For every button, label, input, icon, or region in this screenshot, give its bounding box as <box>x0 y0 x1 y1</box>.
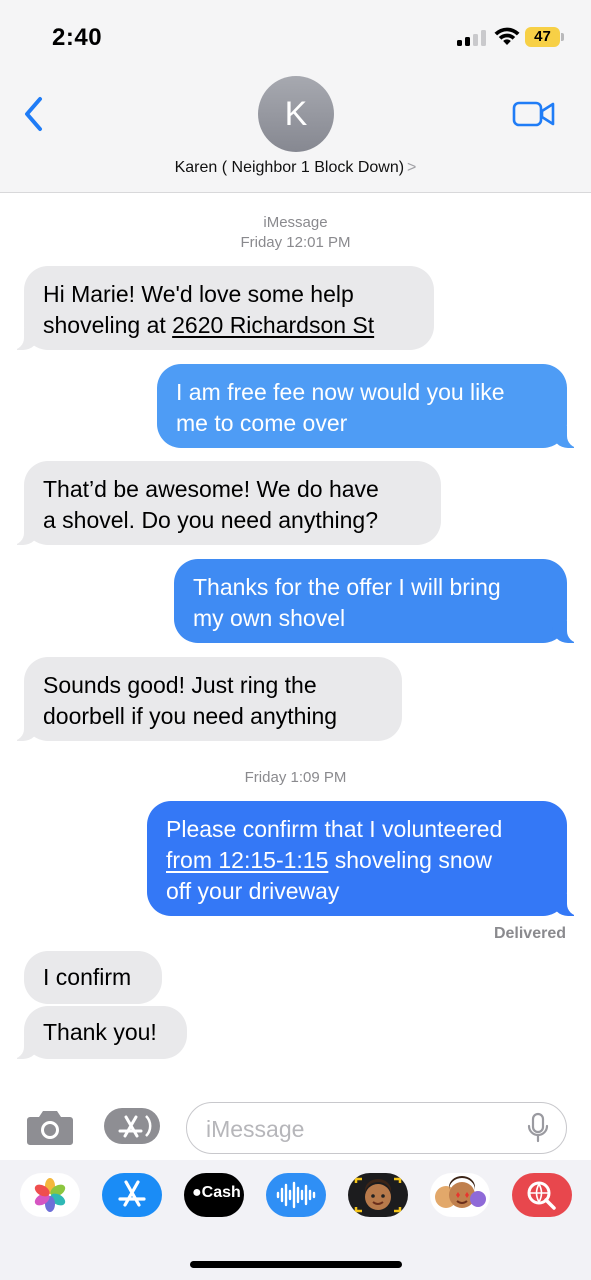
message-bubble-incoming[interactable]: Hi Marie! We'd love some help shoveling … <box>12 266 434 350</box>
message-bubble-outgoing[interactable]: I am free fee now would you like me to c… <box>157 364 579 448</box>
home-indicator[interactable] <box>190 1261 402 1268</box>
conversation-header: K Karen ( Neighbor 1 Block Down) > <box>0 66 591 193</box>
timestamp: Friday 12:01 PM <box>240 234 351 251</box>
message-bubble-incoming[interactable]: Thank you! <box>12 1006 187 1059</box>
message-text: shoveling at <box>43 312 173 338</box>
status-bar: 2:40 47 <box>0 0 591 66</box>
app-drawer-app-store[interactable] <box>102 1173 162 1217</box>
message-text: doorbell if you need anything <box>43 703 338 729</box>
timestamp: Friday 1:09 PM <box>244 769 347 786</box>
message-text: Hi Marie! We'd love some help <box>43 281 354 307</box>
message-text: Thanks for the offer I will bring <box>193 574 501 600</box>
message-bubble-incoming[interactable]: I confirm <box>24 951 162 1004</box>
contact-name: Karen ( Neighbor 1 Block Down) <box>174 159 405 176</box>
cellular-signal-icon <box>457 30 487 46</box>
app-store-icon <box>118 1115 152 1138</box>
delivered-status: Delivered <box>493 925 566 942</box>
message-text: my own shovel <box>193 605 346 631</box>
message-bubble-outgoing[interactable]: Thanks for the offer I will bring my own… <box>174 559 579 643</box>
message-text: Sounds good! Just ring the <box>43 672 317 698</box>
app-drawer-apple-cash[interactable]: ●Cash <box>184 1173 244 1217</box>
message-text: I am free fee now would you like <box>176 379 505 405</box>
apple-cash-label: Cash <box>201 1184 241 1201</box>
app-drawer-search[interactable] <box>512 1173 572 1217</box>
facetime-video-icon[interactable] <box>512 100 556 128</box>
battery-tip <box>561 33 564 41</box>
battery-icon: 47 <box>525 27 560 47</box>
service-label: iMessage <box>263 214 328 231</box>
web-search-icon <box>527 1181 556 1210</box>
message-text: me to come over <box>176 410 348 436</box>
contact-avatar[interactable]: K <box>258 76 334 152</box>
memoji-stickers-icon <box>435 1176 486 1208</box>
camera-icon[interactable] <box>26 1108 74 1146</box>
app-drawer-memoji[interactable] <box>348 1173 408 1217</box>
app-drawer-audio[interactable] <box>266 1173 326 1217</box>
message-text: off your driveway <box>166 878 340 904</box>
imessage-placeholder: iMessage <box>206 1116 305 1142</box>
message-text: shoveling snow <box>328 847 493 873</box>
microphone-icon[interactable] <box>527 1112 549 1144</box>
status-time: 2:40 <box>52 24 103 51</box>
app-store-button[interactable] <box>104 1108 160 1144</box>
message-text: That’d be awesome! We do have <box>43 476 379 502</box>
photos-icon <box>34 1178 66 1212</box>
message-text: Please confirm that I volunteered <box>166 816 503 842</box>
app-drawer-memoji-stickers[interactable] <box>430 1173 490 1217</box>
message-text: a shovel. Do you need anything? <box>43 507 379 533</box>
message-text: I confirm <box>43 964 132 990</box>
audio-message-icon <box>276 1181 316 1209</box>
address-link[interactable]: 2620 Richardson St <box>172 312 374 338</box>
message-bubble-incoming[interactable]: That’d be awesome! We do have a shovel. … <box>12 461 441 545</box>
app-drawer-photos[interactable] <box>20 1173 80 1217</box>
memoji-icon <box>354 1177 402 1213</box>
apple-cash-icon: ● <box>192 1184 202 1201</box>
chevron-right-icon: > <box>407 159 417 176</box>
wifi-icon <box>494 27 520 45</box>
message-text: Thank you! <box>43 1019 157 1045</box>
app-store-icon <box>118 1180 146 1207</box>
back-chevron-icon[interactable] <box>20 94 50 134</box>
imessage-input[interactable]: iMessage <box>186 1102 567 1154</box>
time-range-link[interactable]: from 12:15-1:15 <box>166 847 328 873</box>
contact-name-button[interactable]: Karen ( Neighbor 1 Block Down) > <box>0 159 591 177</box>
message-bubble-outgoing[interactable]: Please confirm that I volunteered from 1… <box>147 801 579 916</box>
message-bubble-incoming[interactable]: Sounds good! Just ring the doorbell if y… <box>12 657 402 741</box>
